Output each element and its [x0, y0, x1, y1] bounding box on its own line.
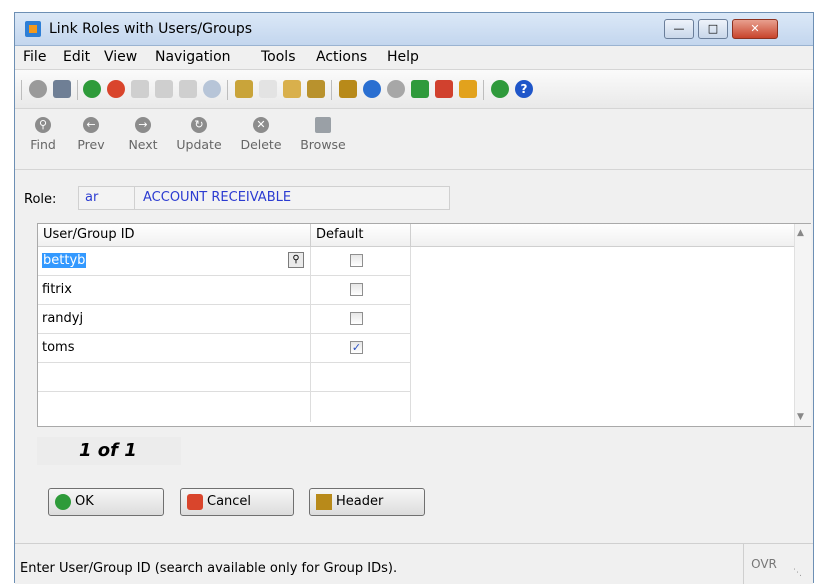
record-counter: 1 of 1	[37, 437, 181, 465]
header-toggle-icon	[316, 494, 332, 510]
user-group-id-cell[interactable]: fitrix	[38, 276, 311, 304]
close-window-button[interactable]: ✕	[732, 19, 778, 39]
document-icon[interactable]	[259, 80, 277, 98]
browse-label: Browse	[300, 137, 346, 152]
grid-vertical-scrollbar[interactable]: ▲ ▼	[794, 224, 811, 426]
table-row[interactable]: toms ✓	[38, 334, 411, 363]
icon-toolbar: ?	[15, 69, 813, 109]
default-checkbox[interactable]	[350, 283, 363, 296]
next-label: Next	[128, 137, 158, 152]
menu-bar: File Edit View Navigation Tools Actions …	[15, 46, 813, 68]
help-icon[interactable]: ?	[515, 80, 533, 98]
lookup-search-icon[interactable]: ⚲	[288, 252, 304, 268]
copy-icon[interactable]	[131, 80, 149, 98]
user-group-id-cell[interactable]: toms	[38, 334, 311, 362]
chart-icon[interactable]	[491, 80, 509, 98]
delete-button[interactable]: ✕ Delete	[233, 117, 289, 163]
table-row[interactable]: bettyb ⚲	[38, 247, 411, 276]
browse-button[interactable]: Browse	[295, 117, 351, 163]
default-checkbox[interactable]: ✓	[350, 341, 363, 354]
folder-icon	[315, 117, 331, 133]
user-group-id-cell[interactable]: bettyb ⚲	[38, 247, 311, 275]
grid-header: User/Group ID Default	[38, 224, 794, 247]
toolbar-separator	[483, 80, 484, 100]
navigation-toolbar: ⚲ Find ← Prev → Next ↻ Update ✕ Delete B…	[15, 109, 813, 170]
up-arrow-icon[interactable]	[387, 80, 405, 98]
find-label: Find	[30, 137, 56, 152]
table-row[interactable]: randyj	[38, 305, 411, 334]
role-code-field[interactable]: ar	[78, 186, 140, 210]
role-label: Role:	[24, 192, 57, 207]
status-bar: Enter User/Group ID (search available on…	[15, 543, 813, 584]
prev-button[interactable]: ← Prev	[63, 117, 119, 163]
scroll-up-arrow-icon[interactable]: ▲	[797, 228, 804, 238]
zoom-icon[interactable]	[203, 80, 221, 98]
status-message: Enter User/Group ID (search available on…	[20, 561, 398, 576]
toolbar-separator	[331, 80, 332, 100]
title-bar: Link Roles with Users/Groups — □ ✕	[15, 13, 813, 46]
prev-label: Prev	[77, 137, 105, 152]
power-icon[interactable]	[29, 80, 47, 98]
default-checkbox[interactable]	[350, 254, 363, 267]
empty-row[interactable]	[38, 363, 411, 392]
menu-view[interactable]: View	[104, 49, 137, 65]
move-down-icon[interactable]	[459, 80, 477, 98]
magnifier-icon: ⚲	[35, 117, 51, 133]
toolbar-grip	[21, 80, 22, 100]
cancel-button[interactable]: Cancel	[180, 488, 294, 516]
menu-file[interactable]: File	[23, 49, 46, 65]
header-toggle-icon[interactable]	[339, 80, 357, 98]
overwrite-mode-indicator: OVR	[743, 544, 784, 584]
ok-label: OK	[75, 494, 94, 509]
user-group-id-value: bettyb	[42, 253, 87, 268]
refresh-icon: ↻	[191, 117, 207, 133]
role-description-field: ACCOUNT RECEIVABLE	[134, 186, 450, 210]
right-arrow-icon: →	[135, 117, 151, 133]
window-title: Link Roles with Users/Groups	[49, 21, 253, 37]
update-button[interactable]: ↻ Update	[171, 117, 227, 163]
accept-icon[interactable]	[83, 80, 101, 98]
paste-icon[interactable]	[155, 80, 173, 98]
cancel-x-icon	[187, 494, 203, 510]
header-button[interactable]: Header	[309, 488, 425, 516]
toolbar-separator	[227, 80, 228, 100]
delete-label: Delete	[240, 137, 282, 152]
cancel-label: Cancel	[207, 494, 252, 509]
menu-tools[interactable]: Tools	[261, 49, 296, 65]
cancel-icon[interactable]	[107, 80, 125, 98]
next-button[interactable]: → Next	[115, 117, 171, 163]
delete-row-icon[interactable]	[435, 80, 453, 98]
menu-help[interactable]: Help	[387, 49, 419, 65]
select-all-icon[interactable]	[179, 80, 197, 98]
report-icon[interactable]	[283, 80, 301, 98]
resize-grip-icon[interactable]: ⋱	[793, 568, 802, 578]
notes-icon[interactable]	[235, 80, 253, 98]
default-checkbox[interactable]	[350, 312, 363, 325]
empty-row[interactable]	[38, 392, 411, 422]
toolbar-separator	[77, 80, 78, 100]
left-arrow-icon: ←	[83, 117, 99, 133]
maximize-button[interactable]: □	[698, 19, 728, 39]
menu-actions[interactable]: Actions	[316, 49, 367, 65]
user-group-id-cell[interactable]: randyj	[38, 305, 311, 333]
insert-row-icon[interactable]	[411, 80, 429, 98]
column-header-user-group-id[interactable]: User/Group ID	[38, 224, 311, 246]
scroll-down-arrow-icon[interactable]: ▼	[797, 412, 804, 422]
x-icon: ✕	[253, 117, 269, 133]
column-header-default[interactable]: Default	[311, 224, 411, 246]
menu-navigation[interactable]: Navigation	[155, 49, 231, 65]
user-group-grid: User/Group ID Default bettyb ⚲ fitrix ra…	[37, 223, 811, 427]
minimize-button[interactable]: —	[664, 19, 694, 39]
table-row[interactable]: fitrix	[38, 276, 411, 305]
menu-edit[interactable]: Edit	[63, 49, 90, 65]
header-label: Header	[336, 494, 384, 509]
printer-icon[interactable]	[53, 80, 71, 98]
update-label: Update	[176, 137, 222, 152]
app-icon	[25, 21, 41, 37]
ok-button[interactable]: OK	[48, 488, 164, 516]
check-icon	[55, 494, 71, 510]
calendar-icon[interactable]	[307, 80, 325, 98]
down-arrow-icon[interactable]	[363, 80, 381, 98]
